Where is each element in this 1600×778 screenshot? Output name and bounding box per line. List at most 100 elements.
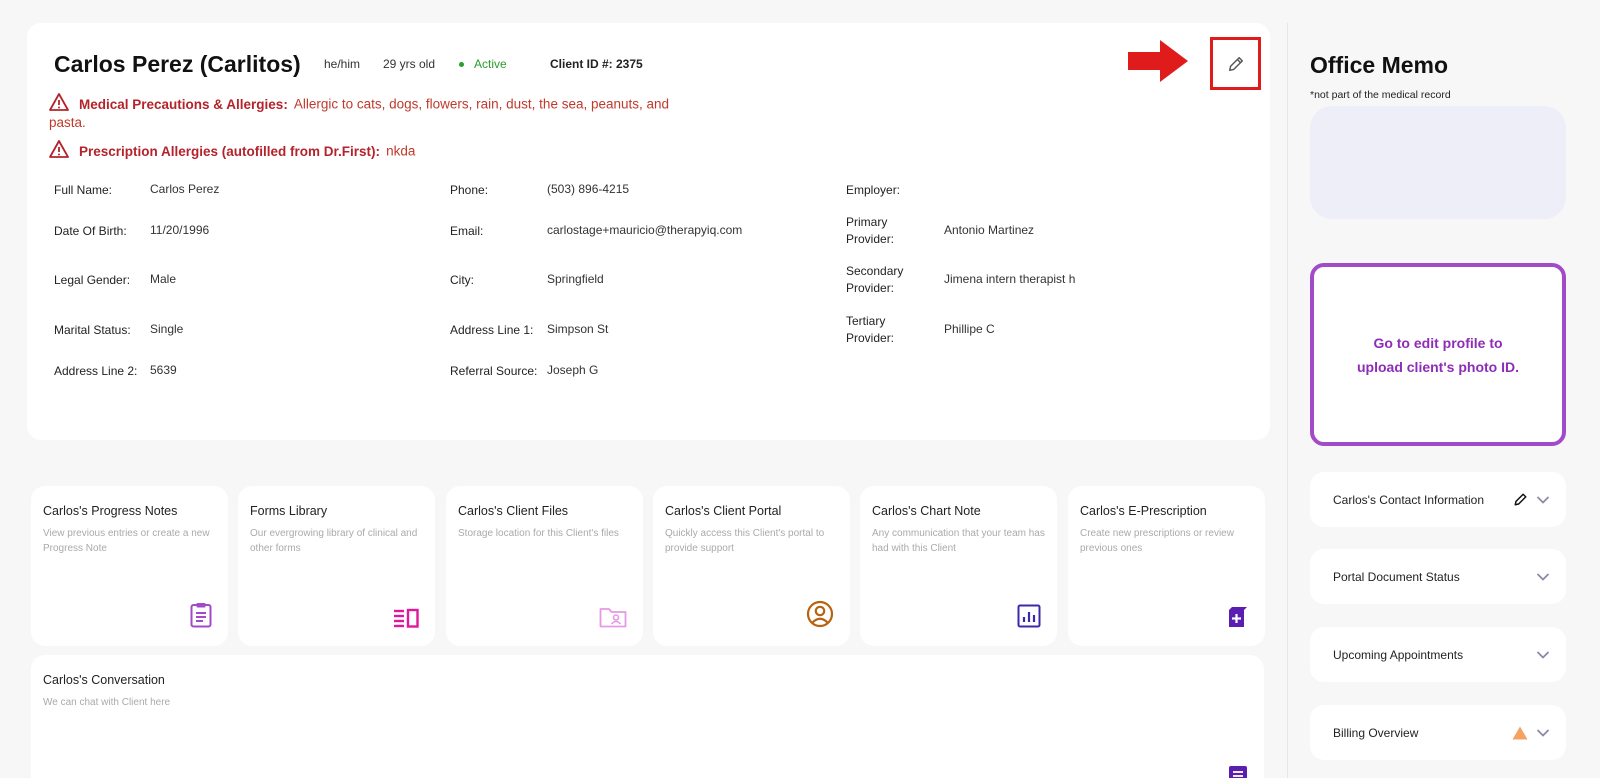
folder-user-icon bbox=[599, 608, 627, 628]
accordion-label: Portal Document Status bbox=[1333, 569, 1460, 584]
rx-alert-text: nkda bbox=[386, 143, 416, 159]
medical-alert-title: Medical Precautions & Allergies: bbox=[79, 96, 288, 112]
accordion-label: Carlos's Contact Information bbox=[1333, 492, 1485, 507]
status-dot-icon bbox=[459, 62, 464, 68]
tile-title: Carlos's E-Prescription bbox=[1080, 504, 1207, 518]
address-line-1-value: Simpson St bbox=[547, 322, 609, 336]
warning-icon bbox=[49, 140, 69, 164]
tile-desc: Storage location for this Client's files bbox=[458, 528, 619, 539]
office-memo-sidebar: Office Memo *not part of the medical rec… bbox=[1287, 23, 1600, 778]
gender-label: Legal Gender: bbox=[54, 273, 131, 287]
email-value: carlostage+mauricio@therapyiq.com bbox=[547, 223, 743, 237]
address-line-2-value: 5639 bbox=[150, 363, 177, 377]
address-line-1-label: Address Line 1: bbox=[450, 323, 534, 337]
phone-label: Phone: bbox=[450, 183, 489, 197]
tile-e-prescription[interactable]: Carlos's E-Prescription Create new presc… bbox=[1068, 486, 1265, 646]
chevron-down-icon[interactable] bbox=[1536, 495, 1550, 505]
tile-forms-library[interactable]: Forms Library Our evergrowing library of… bbox=[238, 486, 435, 646]
pronouns: he/him bbox=[324, 57, 361, 71]
secondary-provider-label-line1: Secondary bbox=[846, 264, 904, 278]
chevron-down-icon[interactable] bbox=[1536, 572, 1550, 582]
photo-id-text-line1: Go to edit profile to bbox=[1373, 334, 1503, 351]
tile-title: Forms Library bbox=[250, 504, 328, 518]
warning-icon bbox=[1512, 726, 1528, 739]
tile-desc: Quickly access this Client's portal to p… bbox=[665, 528, 825, 554]
tile-title: Carlos's Client Portal bbox=[665, 504, 782, 518]
tile-desc: View previous entries or create a new Pr… bbox=[43, 528, 210, 554]
tertiary-provider-label-line1: Tertiary bbox=[846, 314, 886, 328]
employer-label: Employer: bbox=[846, 183, 901, 197]
tile-desc: Any communication that your team has had… bbox=[872, 528, 1045, 554]
tile-title: Carlos's Client Files bbox=[458, 504, 569, 518]
gender-value: Male bbox=[150, 272, 177, 286]
chevron-down-icon[interactable] bbox=[1536, 650, 1550, 660]
chevron-down-icon[interactable] bbox=[1536, 728, 1550, 738]
rx-alert: Prescription Allergies (autofilled from … bbox=[49, 140, 415, 164]
marital-value: Single bbox=[150, 322, 184, 336]
forms-icon bbox=[394, 608, 419, 628]
accordion-label: Upcoming Appointments bbox=[1333, 647, 1464, 662]
tile-title: Carlos's Progress Notes bbox=[43, 504, 178, 518]
medical-alert-text-cont: pasta. bbox=[49, 115, 86, 130]
conversation-desc: We can chat with Client here bbox=[43, 697, 171, 708]
tile-client-portal[interactable]: Carlos's Client Portal Quickly access th… bbox=[653, 486, 850, 646]
client-name: Carlos Perez (Carlitos) bbox=[54, 51, 301, 77]
client-profile-card: Carlos Perez (Carlitos) he/him 29 yrs ol… bbox=[27, 23, 1270, 440]
tertiary-provider-label-line2: Provider: bbox=[846, 331, 895, 345]
photo-id-upload-area[interactable]: Go to edit profile to upload client's ph… bbox=[1310, 263, 1566, 446]
medical-alert-text: Allergic to cats, dogs, flowers, rain, d… bbox=[293, 96, 670, 112]
email-label: Email: bbox=[450, 224, 484, 238]
accordion-portal-document-status[interactable]: Portal Document Status bbox=[1310, 549, 1566, 604]
medical-alert-cont: pasta. bbox=[49, 113, 86, 133]
tertiary-provider-label: Tertiary Provider: bbox=[846, 313, 894, 347]
conversation-title: Carlos's Conversation bbox=[43, 673, 165, 687]
dob-value: 11/20/1996 bbox=[150, 223, 210, 237]
photo-id-text: Go to edit profile to upload client's ph… bbox=[1357, 331, 1519, 379]
primary-provider-value: Antonio Martinez bbox=[944, 223, 1035, 237]
phone-value: (503) 896-4215 bbox=[547, 182, 630, 196]
accordion-contact-information[interactable]: Carlos's Contact Information bbox=[1310, 472, 1566, 527]
tile-desc: Create new prescriptions or review previ… bbox=[1080, 528, 1234, 554]
secondary-provider-label: Secondary Provider: bbox=[846, 263, 903, 297]
chart-icon bbox=[1017, 604, 1041, 628]
status-text: Active bbox=[474, 57, 507, 71]
office-memo-input[interactable] bbox=[1310, 106, 1566, 219]
chat-icon bbox=[1229, 766, 1247, 778]
city-value: Springfield bbox=[547, 272, 604, 286]
city-label: City: bbox=[450, 273, 474, 287]
tile-progress-notes[interactable]: Carlos's Progress Notes View previous en… bbox=[31, 486, 228, 646]
tertiary-provider-value: Phillipe C bbox=[944, 322, 995, 336]
accordion-upcoming-appointments[interactable]: Upcoming Appointments bbox=[1310, 627, 1566, 682]
referral-label: Referral Source: bbox=[450, 364, 538, 378]
full-name-value: Carlos Perez bbox=[150, 182, 220, 196]
rx-alert-title: Prescription Allergies (autofilled from … bbox=[79, 143, 381, 159]
user-circle-icon bbox=[806, 600, 834, 628]
full-name-label: Full Name: bbox=[54, 183, 113, 197]
prescription-icon bbox=[1229, 607, 1247, 627]
clipboard-icon bbox=[190, 603, 212, 628]
dob-label: Date Of Birth: bbox=[54, 224, 127, 238]
conversation-panel[interactable]: Carlos's Conversation We can chat with C… bbox=[31, 655, 1264, 778]
red-arrow-icon bbox=[1128, 40, 1188, 82]
pencil-icon bbox=[1228, 56, 1243, 71]
accordion-billing-overview[interactable]: Billing Overview bbox=[1310, 705, 1566, 760]
accordion-label: Billing Overview bbox=[1333, 725, 1419, 740]
primary-provider-label-line2: Provider: bbox=[846, 232, 895, 246]
tile-chart-note[interactable]: Carlos's Chart Note Any communication th… bbox=[860, 486, 1057, 646]
client-id: Client ID #: 2375 bbox=[550, 57, 643, 71]
marital-label: Marital Status: bbox=[54, 323, 131, 337]
tile-title: Carlos's Chart Note bbox=[872, 504, 981, 518]
tile-client-files[interactable]: Carlos's Client Files Storage location f… bbox=[446, 486, 643, 646]
edit-profile-button[interactable] bbox=[1210, 37, 1261, 90]
referral-value: Joseph G bbox=[547, 363, 599, 377]
status-badge: Active bbox=[459, 57, 507, 71]
secondary-provider-value: Jimena intern therapist h bbox=[944, 272, 1076, 286]
medical-alert: Medical Precautions & Allergies: Allergic… bbox=[49, 93, 749, 117]
office-memo-title: Office Memo bbox=[1310, 52, 1449, 78]
pencil-icon[interactable] bbox=[1513, 492, 1528, 507]
primary-provider-label-line1: Primary bbox=[846, 215, 888, 229]
primary-provider-label: Primary Provider: bbox=[846, 214, 894, 248]
tile-desc: Our evergrowing library of clinical and … bbox=[250, 528, 418, 554]
photo-id-text-line2: upload client's photo ID. bbox=[1357, 358, 1519, 375]
age: 29 yrs old bbox=[383, 57, 436, 71]
